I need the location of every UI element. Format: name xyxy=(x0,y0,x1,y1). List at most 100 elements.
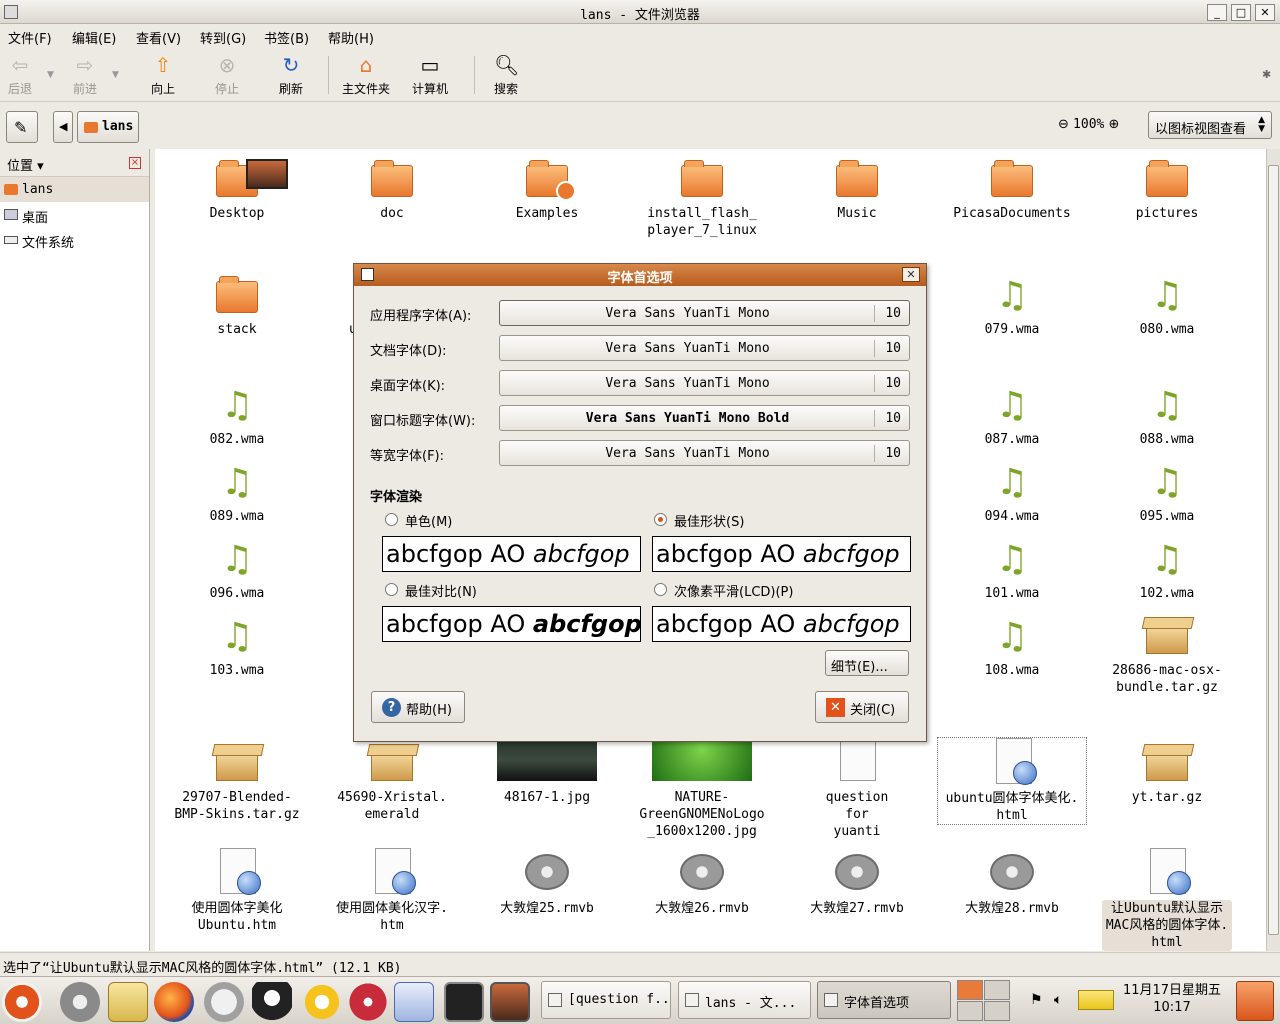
forward-dropdown-icon[interactable]: ▼ xyxy=(112,70,119,80)
file-item[interactable]: 大敦煌27.rmvb xyxy=(782,848,932,917)
ubuntu-menu-icon[interactable] xyxy=(2,982,42,1022)
file-item[interactable]: stack xyxy=(162,269,312,338)
file-item[interactable]: ♫ 095.wma xyxy=(1092,456,1242,525)
menu-edit[interactable]: 编辑(E) xyxy=(72,28,116,47)
sidebar-item-lans[interactable]: lans xyxy=(0,177,149,202)
cd-player-icon[interactable] xyxy=(348,982,388,1022)
best-shapes-radio[interactable]: 最佳形状(S) xyxy=(654,511,744,530)
window-title-font-button[interactable]: Vera Sans YuanTi Mono Bold 10 xyxy=(499,405,910,431)
file-item[interactable]: PicasaDocuments xyxy=(937,153,1087,222)
file-item[interactable]: ♫ 082.wma xyxy=(162,379,312,448)
workspace-2[interactable] xyxy=(984,980,1010,1000)
path-scroll-left-button[interactable]: ◀ xyxy=(53,111,73,143)
zoom-out-icon[interactable]: ⊖ xyxy=(1058,117,1069,132)
trash-icon[interactable] xyxy=(1236,981,1274,1021)
back-button[interactable]: ⇦ 后退 xyxy=(0,52,50,98)
terminal-icon[interactable] xyxy=(444,982,484,1022)
toggle-location-entry-button[interactable]: ✎ xyxy=(6,111,38,143)
file-item[interactable]: 大敦煌25.rmvb xyxy=(472,848,622,917)
forward-button[interactable]: ⇨ 前进 xyxy=(55,52,115,98)
reload-button[interactable]: ↻ 刷新 xyxy=(261,52,321,98)
firefox-icon[interactable] xyxy=(154,982,194,1022)
clock[interactable]: 11月17日星期五 10:17 xyxy=(1120,982,1224,1016)
up-button[interactable]: ⇧ 向上 xyxy=(133,52,193,98)
messenger-icon[interactable] xyxy=(302,982,342,1022)
task-question-for[interactable]: [question f... xyxy=(541,981,671,1019)
best-contrast-sample[interactable]: abcfgop AO abcfgop xyxy=(382,606,641,642)
home-button[interactable]: ⌂ 主文件夹 xyxy=(336,52,396,98)
file-item[interactable]: 使用圆体美化汉字. htm xyxy=(317,848,467,934)
file-item[interactable]: yt.tar.gz xyxy=(1092,737,1242,806)
sidebar-header[interactable]: 位置 ▾ × xyxy=(0,149,149,177)
app-font-button[interactable]: Vera Sans YuanTi Mono 10 xyxy=(499,300,910,326)
file-item[interactable]: ♫ 103.wma xyxy=(162,610,312,679)
help-button[interactable]: ? 帮助(H) xyxy=(371,691,465,723)
view-mode-select[interactable]: 以图标视图查看 ▲ ▼ xyxy=(1148,111,1272,139)
file-item[interactable]: 48167-1.jpg xyxy=(472,729,622,806)
file-item[interactable]: Examples xyxy=(472,153,622,222)
mplayer-icon[interactable] xyxy=(394,982,434,1022)
details-button[interactable]: 细节(E)... xyxy=(825,650,909,676)
file-item[interactable]: install_flash_ player_7_linux xyxy=(627,153,777,239)
clock-app-icon[interactable] xyxy=(204,982,244,1022)
path-button-lans[interactable]: lans xyxy=(77,111,139,143)
file-item[interactable]: 大敦煌26.rmvb xyxy=(627,848,777,917)
notes-icon[interactable] xyxy=(1078,990,1114,1010)
file-item[interactable]: 让Ubuntu默认显示 MAC风格的圆体字体. html xyxy=(1092,848,1242,951)
file-item[interactable]: NATURE- GreenGNOMENoLogo _1600x1200.jpg xyxy=(627,729,777,840)
best-contrast-radio[interactable]: 最佳对比(N) xyxy=(385,581,477,600)
task-lans-file-browser[interactable]: lans - 文... xyxy=(678,981,811,1019)
best-shapes-sample[interactable]: abcfgop AO abcfgop xyxy=(652,536,911,572)
file-item[interactable]: ♫ 079.wma xyxy=(937,269,1087,338)
file-item[interactable]: ♫ 101.wma xyxy=(937,533,1087,602)
file-item[interactable]: ♫ 108.wma xyxy=(937,610,1087,679)
search-button[interactable]: 🔍︎ 搜索 xyxy=(476,52,536,98)
workspace-1[interactable] xyxy=(957,980,983,1000)
workspace-switcher[interactable] xyxy=(957,980,1011,1022)
zoom-in-icon[interactable]: ⊕ xyxy=(1109,117,1120,132)
menu-go[interactable]: 转到(G) xyxy=(200,28,246,47)
subpixel-lcd-radio[interactable]: 次像素平滑(LCD)(P) xyxy=(654,581,793,600)
file-item[interactable]: pictures xyxy=(1092,153,1242,222)
file-item[interactable]: ♫ 096.wma xyxy=(162,533,312,602)
sidebar-item-desktop[interactable]: 桌面 xyxy=(0,202,149,227)
text-editor-icon[interactable] xyxy=(108,982,148,1022)
subpixel-lcd-sample[interactable]: abcfgop AO abcfgop xyxy=(652,606,911,642)
network-icon[interactable]: ⚑ xyxy=(1030,992,1043,1008)
stop-button[interactable]: ⊗ 停止 xyxy=(197,52,257,98)
maximize-button[interactable]: □ xyxy=(1231,4,1251,21)
zoom-level[interactable]: 100% xyxy=(1073,117,1104,132)
file-item[interactable]: ♫ 087.wma xyxy=(937,379,1087,448)
file-item[interactable]: Desktop xyxy=(162,153,312,222)
workspace-4[interactable] xyxy=(984,1001,1010,1021)
qq-penguin-icon[interactable] xyxy=(252,982,292,1022)
file-item[interactable]: ubuntu圆体字体美化. html xyxy=(937,737,1087,825)
file-item[interactable]: ♫ 094.wma xyxy=(937,456,1087,525)
file-item[interactable]: ♫ 102.wma xyxy=(1092,533,1242,602)
menu-bookmarks[interactable]: 书签(B) xyxy=(264,28,309,47)
monochrome-sample[interactable]: abcfgop AO abcfgop xyxy=(382,536,641,572)
file-item[interactable]: ♫ 088.wma xyxy=(1092,379,1242,448)
file-item[interactable]: doc xyxy=(317,153,467,222)
settings-gear-icon[interactable] xyxy=(60,982,100,1022)
file-item[interactable]: 使用圆体字美化 Ubuntu.htm xyxy=(162,848,312,934)
dialog-menu-icon[interactable] xyxy=(361,268,374,281)
file-item[interactable]: 29707-Blended- BMP-Skins.tar.gz xyxy=(162,737,312,823)
minimize-button[interactable]: _ xyxy=(1207,4,1227,21)
file-item[interactable]: ♫ 089.wma xyxy=(162,456,312,525)
file-item[interactable]: 45690-Xristal. emerald xyxy=(317,737,467,823)
monospace-font-button[interactable]: Vera Sans YuanTi Mono 10 xyxy=(499,440,910,466)
file-item[interactable]: 大敦煌28.rmvb xyxy=(937,848,1087,917)
file-item[interactable]: question for yuanti xyxy=(782,725,932,840)
screenshot-icon[interactable] xyxy=(490,982,530,1022)
back-dropdown-icon[interactable]: ▼ xyxy=(47,70,54,80)
workspace-3[interactable] xyxy=(957,1001,983,1021)
scrollbar-thumb[interactable] xyxy=(1268,165,1279,935)
task-font-preferences[interactable]: 字体首选项 xyxy=(817,981,951,1019)
sidebar-item-filesystem[interactable]: 文件系统 xyxy=(0,227,149,252)
menu-help[interactable]: 帮助(H) xyxy=(328,28,374,47)
file-item[interactable]: 28686-mac-osx-bundle.tar.gz xyxy=(1092,610,1242,696)
computer-button[interactable]: ▭ 计算机 xyxy=(400,52,460,98)
menu-file[interactable]: 文件(F) xyxy=(8,28,52,47)
close-sidebar-icon[interactable]: × xyxy=(129,157,141,169)
